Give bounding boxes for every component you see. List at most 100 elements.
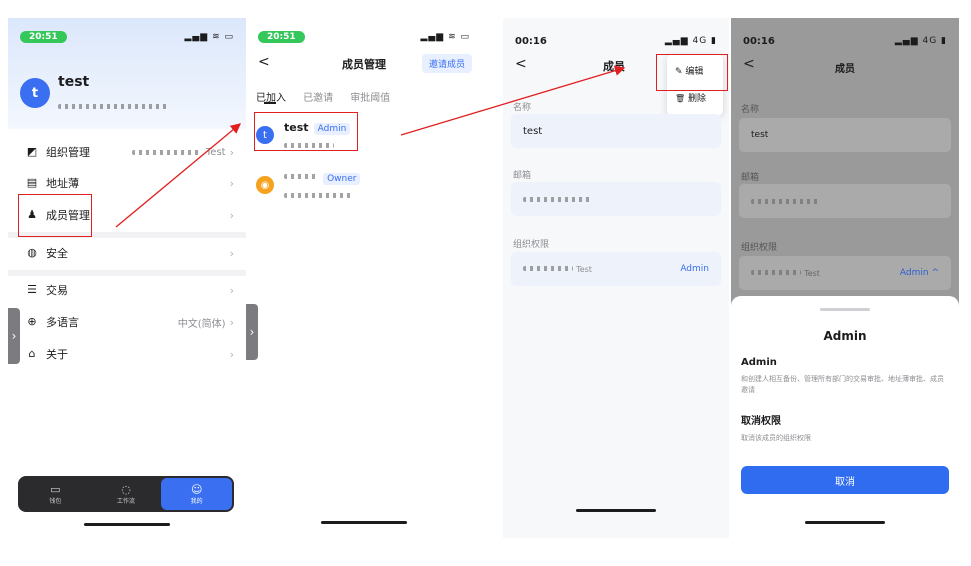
bottom-sheet: Admin Admin 和创建人相互备份、管理所有部门的交易审批、地址薄审批、成… [731, 296, 959, 538]
org-icon: ◩ [26, 145, 38, 158]
menu-label: 多语言 [46, 316, 79, 329]
menu-label: 组织管理 [46, 146, 90, 159]
addressbook-icon: ▤ [26, 176, 38, 189]
chevron-right-icon: › [229, 315, 234, 329]
back-icon[interactable]: < [515, 56, 527, 72]
permission-field[interactable]: Test Admin [511, 252, 721, 286]
name-label: 名称 [513, 103, 532, 113]
nav-workflow[interactable]: ◌ 工作流 [91, 478, 162, 510]
cancel-button[interactable]: 取消 [741, 466, 949, 494]
status-bar: 00:16 ▂▄▆ 4G ▮ [515, 32, 717, 50]
menu-item-about[interactable]: ⌂ 关于 › [26, 343, 235, 365]
signal-icons: ▂▄▆ 4G ▮ [664, 36, 717, 46]
nav-wallet[interactable]: ▭ 钱包 [20, 478, 91, 510]
permission-role: Admin ^ [899, 268, 939, 278]
name-field[interactable]: test [511, 114, 721, 148]
trade-icon: ☰ [27, 283, 37, 296]
user-id-blurred [58, 96, 168, 115]
wallet-icon: ▭ [50, 483, 61, 496]
time-badge: 20:51 [20, 31, 67, 43]
option-desc: 取消该成员的组织权限 [741, 434, 811, 442]
highlight-edit-menu [656, 54, 728, 91]
workflow-icon: ◌ [121, 483, 131, 496]
menu-delete[interactable]: 🗑 删除 [675, 91, 715, 104]
avatar: ◉ [256, 176, 274, 194]
nav-label: 工作流 [117, 498, 136, 505]
user-name: test [58, 74, 90, 90]
menu-label: 交易 [46, 284, 68, 297]
menu-right-text: Test [205, 146, 226, 158]
status-bar: 20:51 ▂▄▆ ≋ ▭ [258, 28, 470, 46]
chevron-right-icon: › [229, 246, 234, 260]
time-badge: 20:51 [258, 31, 305, 43]
signal-icons: ▂▄▆ ≋ ▭ [420, 32, 470, 42]
time-text: 00:16 [515, 35, 547, 47]
permission-org: Test [804, 268, 820, 278]
name-field[interactable]: test [739, 118, 951, 152]
avatar[interactable]: t [20, 78, 50, 108]
chevron-right-icon: › [229, 283, 234, 297]
email-field[interactable] [511, 182, 721, 216]
home-indicator [321, 521, 407, 524]
menu-item-language[interactable]: ⊕ 多语言 中文(简体) › [26, 311, 234, 333]
bottom-nav: ▭ 钱包 ◌ 工作流 ☺ 我的 [18, 476, 234, 512]
permission-label: 组织权限 [513, 240, 550, 250]
permission-field[interactable]: Test Admin ^ [739, 256, 951, 290]
page-title: 成员 [603, 60, 625, 73]
sheet-handle [820, 308, 870, 311]
globe-icon: ⊕ [27, 315, 37, 328]
time-text: 00:16 [743, 35, 775, 47]
menu-item-addressbook[interactable]: ▤ 地址薄 › [26, 172, 234, 194]
expand-tab[interactable]: › [246, 304, 258, 360]
sheet-title: Admin [823, 329, 867, 343]
menu-label: 地址薄 [46, 177, 79, 190]
member-row[interactable]: ◉ Owner [256, 168, 472, 202]
option-title: 取消权限 [741, 416, 781, 427]
name-label: 名称 [741, 105, 760, 115]
chevron-right-icon: › [229, 145, 234, 159]
menu-label: 安全 [46, 247, 68, 260]
security-icon: ◍ [27, 246, 37, 259]
phone-profile: 20:51 ▂▄▆ ≋ ▭ t test ◩ 组织管理 Test › ▤ 地址薄 … [8, 18, 246, 538]
option-admin[interactable]: Admin 和创建人相互备份、管理所有部门的交易审批、地址薄审批、成员邀请 [731, 357, 959, 396]
home-indicator [805, 521, 885, 524]
divider [8, 270, 246, 276]
expand-tab-left[interactable]: › [8, 308, 20, 364]
option-revoke[interactable]: 取消权限 取消该成员的组织权限 [731, 412, 959, 443]
chevron-right-icon: › [229, 347, 234, 361]
menu-item-trade[interactable]: ☰ 交易 › [26, 279, 234, 301]
phone-member-list: 20:51 ▂▄▆ ≋ ▭ < 成员管理 邀请成员 已加入 已邀请 审批阈值 t… [246, 18, 482, 538]
tab-underline [264, 102, 276, 104]
nav-mine[interactable]: ☺ 我的 [161, 478, 233, 510]
email-label: 邮箱 [741, 173, 760, 183]
option-title: Admin [741, 357, 777, 368]
permission-role: Admin [680, 264, 709, 274]
email-field[interactable] [739, 184, 951, 218]
menu-item-security[interactable]: ◍ 安全 › [26, 242, 234, 264]
highlight-test-member [254, 112, 358, 151]
screenshot-stage: 20:51 ▂▄▆ ≋ ▭ t test ◩ 组织管理 Test › ▤ 地址薄 … [0, 0, 971, 566]
name-value: test [751, 130, 769, 140]
nav-label: 钱包 [49, 498, 62, 505]
home-icon: ⌂ [28, 347, 36, 360]
tabs: 已加入 已邀请 审批阈值 [256, 86, 402, 105]
tab-invited[interactable]: 已邀请 [303, 89, 333, 104]
option-desc: 和创建人相互备份、管理所有部门的交易审批、地址薄审批、成员邀请 [741, 375, 944, 394]
permission-org: Test [576, 264, 592, 274]
delete-icon: 🗑 [675, 94, 686, 103]
menu-item-org[interactable]: ◩ 组织管理 Test › [26, 141, 234, 163]
signal-icons: ▂▄▆ ≋ ▭ [184, 32, 234, 42]
nav-label: 我的 [190, 498, 203, 505]
phone-member-detail: 00:16 ▂▄▆ 4G ▮ < 成员 ✎ 编辑 🗑 删除 名称 test 邮箱… [503, 18, 729, 538]
chevron-right-icon: › [229, 176, 234, 190]
invite-button[interactable]: 邀请成员 [421, 54, 472, 73]
name-value: test [523, 125, 543, 137]
tab-threshold[interactable]: 审批阈值 [350, 89, 390, 104]
chevron-right-icon: › [229, 208, 234, 222]
page-title: 成员 [835, 64, 855, 75]
status-bar: 20:51 ▂▄▆ ≋ ▭ [20, 28, 234, 46]
mine-icon: ☺ [190, 483, 203, 496]
permission-label: 组织权限 [741, 243, 778, 253]
home-indicator [576, 509, 656, 512]
highlight-members-menu [18, 194, 92, 237]
